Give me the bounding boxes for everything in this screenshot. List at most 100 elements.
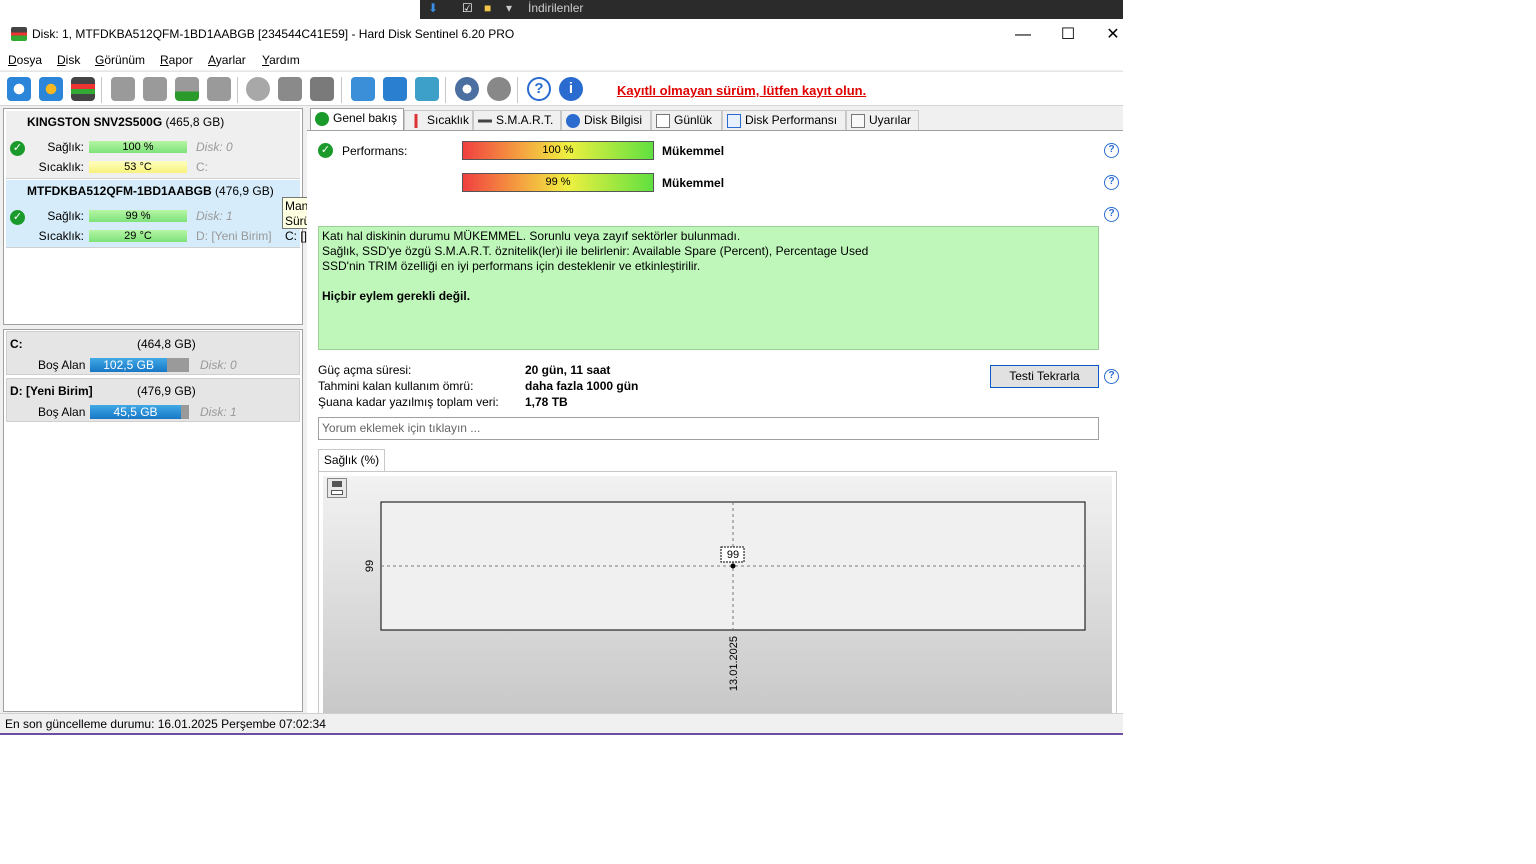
menu-bar: Dosya Disk Görünüm Rapor Ayarlar Yardım: [0, 50, 1123, 70]
tab-overview[interactable]: Genel bakış: [310, 108, 404, 132]
temperature-label: Sıcaklık:: [38, 229, 84, 243]
tab-smart[interactable]: S.M.A.R.T.: [473, 110, 561, 131]
maximize-button[interactable]: ☐: [1045, 19, 1091, 50]
document-icon: [656, 114, 670, 128]
mail-icon[interactable]: [383, 77, 407, 101]
status-description: Katı hal diskinin durumu MÜKEMMEL. Sorun…: [318, 226, 1099, 350]
background-window-title: İndirilenler: [528, 1, 584, 15]
disk-list: KINGSTON SNV2S500G (465,8 GB) ✓ Sağlık: …: [3, 108, 303, 325]
disk-schedule-icon[interactable]: [143, 77, 167, 101]
drive-letters: C:: [196, 160, 208, 174]
status-line: Katı hal diskinin durumu MÜKEMMEL. Sorun…: [322, 229, 741, 243]
app-icon: [11, 27, 27, 41]
toolbar-separator: [517, 77, 518, 103]
data-point: [730, 563, 736, 569]
free-space-fill: 102,5 GB: [90, 358, 168, 372]
gear-icon[interactable]: [455, 77, 479, 101]
refresh-icon[interactable]: [7, 77, 31, 101]
title-bar: Disk: 1, MTFDKBA512QFM-1BD1AABGB [234544…: [0, 19, 1123, 50]
help-icon[interactable]: ?: [1104, 175, 1119, 190]
info-icon: [566, 114, 580, 128]
volume-card[interactable]: D: [Yeni Birim] (476,9 GB) Boş Alan 45,5…: [6, 378, 300, 422]
volume-card[interactable]: C: (464,8 GB) Boş Alan 102,5 GB Disk: 0: [6, 331, 300, 375]
volume-size: (476,9 GB): [137, 384, 196, 398]
free-space-bar: 45,5 GB: [90, 405, 189, 419]
tab-temperature[interactable]: Sıcaklık: [404, 110, 473, 131]
tab-bar: Genel bakış Sıcaklık S.M.A.R.T. Disk Bil…: [307, 108, 1123, 132]
disk-card[interactable]: KINGSTON SNV2S500G (465,8 GB) ✓ Sağlık: …: [6, 111, 300, 179]
close-button[interactable]: ✕: [1090, 19, 1136, 50]
tab-alerts[interactable]: Uyarılar: [846, 110, 919, 131]
x-tick-label: 13.01.2025: [728, 636, 740, 691]
help-icon[interactable]: ?: [1104, 143, 1119, 158]
chart-background: 99 13.01.2025 99: [323, 476, 1112, 713]
chart-tab-health[interactable]: Sağlık (%): [318, 449, 385, 471]
help-icon[interactable]: ?: [527, 77, 551, 101]
drive-letters: D: [Yeni Birim]: [196, 229, 272, 243]
power-on-value: 20 gün, 11 saat: [525, 363, 611, 377]
free-space-label: Boş Alan: [38, 358, 86, 372]
help-icon[interactable]: ?: [1104, 207, 1119, 222]
menu-disk[interactable]: Disk: [57, 53, 80, 67]
free-space-bar: 102,5 GB: [90, 358, 189, 372]
info-icon[interactable]: i: [559, 77, 583, 101]
menu-file[interactable]: Dosya: [8, 53, 42, 67]
disk-index: Disk: 0: [196, 140, 233, 154]
disk-ok-icon[interactable]: [175, 77, 199, 101]
disk-index: Disk: 1: [196, 209, 233, 223]
health-label: Sağlık:: [47, 209, 84, 223]
power-on-label: Güç açma süresi:: [318, 363, 412, 377]
y-tick-label: 99: [364, 560, 376, 572]
disk-title: MTFDKBA512QFM-1BD1AABGB (476,9 GB): [27, 184, 274, 198]
refresh-all-icon[interactable]: [39, 77, 63, 101]
toolbar-separator: [445, 77, 446, 103]
drive-tools-icon[interactable]: [310, 77, 334, 101]
disk-card-selected[interactable]: MTFDKBA512QFM-1BD1AABGB (476,9 GB) ✓ Sağ…: [6, 180, 300, 248]
last-update-text: En son güncelleme durumu: 16.01.2025 Per…: [5, 717, 326, 731]
temperature-label: Sıcaklık:: [38, 160, 84, 174]
menu-help[interactable]: Yardım: [262, 53, 300, 67]
alerts-icon: [851, 114, 865, 128]
chart-icon: [727, 114, 741, 128]
written-label: Şuana kadar yazılmış toplam veri:: [318, 395, 499, 409]
volume-disk-index: Disk: 0: [200, 358, 237, 372]
menu-view[interactable]: Görünüm: [95, 53, 145, 67]
minimize-button[interactable]: —: [1000, 19, 1046, 50]
unregistered-link[interactable]: Kayıtlı olmayan sürüm, lütfen kayıt olun…: [617, 83, 866, 98]
overview-panel: ✓ Performans: 100 % Mükemmel ? 99 % Müke…: [307, 130, 1123, 717]
volume-disk-index: Disk: 1: [200, 405, 237, 419]
status-spacer: [322, 274, 1095, 289]
status-bar: En son güncelleme durumu: 16.01.2025 Per…: [0, 713, 1123, 733]
disk-search-icon[interactable]: [207, 77, 231, 101]
folder-icon: ■: [484, 1, 492, 15]
performance-rating: Mükemmel: [662, 144, 725, 158]
tab-disk-performance[interactable]: Disk Performansı: [722, 110, 846, 131]
health-bar: 99 %: [462, 173, 654, 192]
help-icon[interactable]: ?: [1104, 369, 1119, 384]
drive-icon[interactable]: [246, 77, 270, 101]
notes-icon[interactable]: [351, 77, 375, 101]
lifetime-value: daha fazla 1000 gün: [525, 379, 639, 393]
menu-report[interactable]: Rapor: [160, 53, 193, 67]
network-icon[interactable]: [415, 77, 439, 101]
volume-size: (464,8 GB): [137, 337, 196, 351]
tab-log[interactable]: Günlük: [651, 110, 722, 131]
checkbox-icon: ☑: [462, 1, 473, 15]
disk-title: KINGSTON SNV2S500G (465,8 GB): [27, 115, 225, 129]
free-space-label: Boş Alan: [38, 405, 86, 419]
sound-icon[interactable]: [487, 77, 511, 101]
disk-status-icon[interactable]: [71, 77, 95, 101]
toolbar: ? i Kayıtlı olmayan sürüm, lütfen kayıt …: [0, 71, 1123, 106]
temperature-bar: 53 °C: [89, 161, 187, 173]
retest-button[interactable]: Testi Tekrarla: [990, 365, 1099, 388]
main-window: Disk: 1, MTFDKBA512QFM-1BD1AABGB [234544…: [0, 19, 1123, 735]
health-bar: 99 %: [89, 210, 187, 222]
menu-settings[interactable]: Ayarlar: [208, 53, 246, 67]
health-chart-frame: 99 13.01.2025 99: [318, 471, 1117, 717]
disk-test-icon[interactable]: [111, 77, 135, 101]
comment-field[interactable]: Yorum eklemek için tıklayın ...: [318, 417, 1099, 440]
performance-check-icon: ✓: [318, 143, 333, 158]
health-label: Sağlık:: [47, 140, 84, 154]
drive-config-icon[interactable]: [278, 77, 302, 101]
tab-disk-info[interactable]: Disk Bilgisi: [561, 110, 651, 131]
